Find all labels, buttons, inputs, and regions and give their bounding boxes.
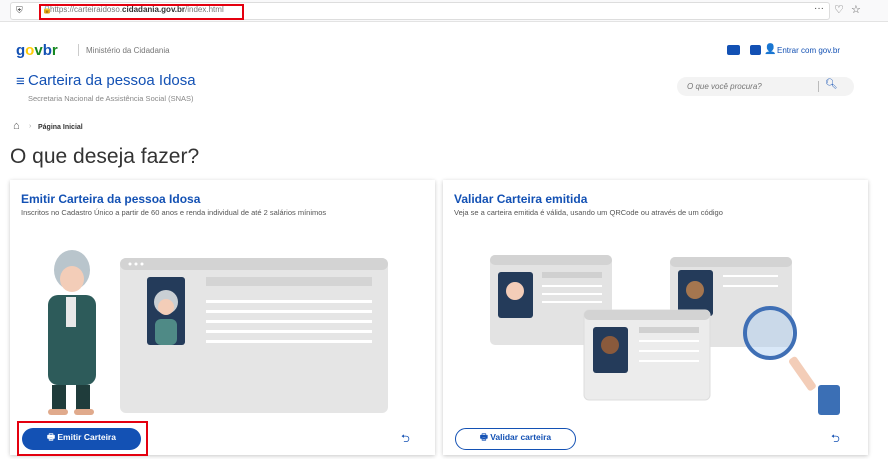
card-description: Inscritos no Cadastro Único a partir de …	[21, 208, 327, 217]
system-subtitle: Secretaria Nacional de Assistência Socia…	[28, 94, 194, 103]
system-title[interactable]: Carteira da pessoa Idosa	[28, 72, 196, 89]
pocket-icon[interactable]: ♡	[834, 3, 844, 16]
id-card-icon[interactable]	[727, 45, 740, 55]
browser-toolbar: ⛨ 🔒 https://carteiraidoso.cidadania.gov.…	[0, 0, 888, 22]
validar-carteira-button[interactable]: 🖶︎ Validar carteira	[455, 428, 576, 450]
checkbox-icon[interactable]	[750, 45, 761, 55]
menu-icon[interactable]: ≡	[16, 73, 25, 90]
card-emitir: Emitir Carteira da pessoa Idosa Inscrito…	[10, 180, 435, 455]
home-icon[interactable]: ⌂	[13, 120, 20, 132]
breadcrumb-current: Página Inicial	[38, 124, 83, 131]
card-title: Emitir Carteira da pessoa Idosa	[21, 192, 201, 206]
breadcrumb-separator-icon: ›	[29, 123, 32, 130]
share-icon[interactable]: ⮌	[831, 430, 840, 449]
header-divider	[78, 44, 79, 56]
printer-icon: 🖶︎	[479, 432, 491, 442]
url-text[interactable]: https://carteiraidoso.cidadania.gov.br/i…	[50, 5, 224, 14]
ministry-name: Ministério da Cidadania	[86, 46, 170, 55]
page-title: O que deseja fazer?	[10, 145, 200, 168]
star-icon[interactable]: ☆	[851, 3, 861, 16]
login-link[interactable]: Entrar com gov.br	[777, 46, 840, 55]
illustration-validation	[490, 255, 840, 415]
shield-icon[interactable]: ⛨	[16, 5, 23, 16]
card-description: Veja se a carteira emitida é válida, usa…	[454, 208, 723, 217]
button-label: Validar carteira	[490, 432, 552, 442]
search-box: 🔍︎	[677, 77, 854, 96]
card-title: Validar Carteira emitida	[454, 192, 588, 206]
user-icon: 👤	[764, 44, 777, 55]
share-icon[interactable]: ⮌	[401, 430, 410, 449]
elderly-woman-figure	[48, 250, 96, 415]
search-input[interactable]	[687, 80, 817, 93]
button-highlight-box	[17, 421, 148, 456]
card-validar: Validar Carteira emitida Veja se a carte…	[443, 180, 868, 455]
page-actions-icon[interactable]: ···	[814, 3, 824, 14]
search-divider	[818, 81, 819, 92]
search-icon[interactable]: 🔍︎	[825, 79, 838, 90]
illustration-elderly-woman	[48, 250, 388, 415]
govbr-logo[interactable]: govbr	[16, 42, 58, 59]
